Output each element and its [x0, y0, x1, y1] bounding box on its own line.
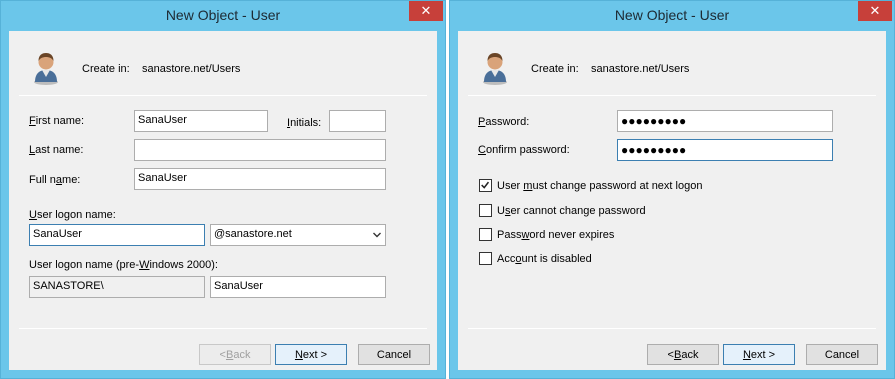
logon-name-label: User logon name: [29, 209, 116, 221]
last-name-field[interactable] [134, 139, 386, 161]
option-label: Password never expires [497, 228, 615, 241]
create-in-label: Create in: [82, 63, 130, 75]
close-icon: ✕ [869, 3, 881, 18]
option-password-never-expires[interactable]: Password never expires [479, 228, 614, 241]
create-in-value: sanastore.net/Users [142, 63, 241, 75]
checkbox[interactable] [479, 228, 492, 241]
dialog-body: Create in: sanastore.net/Users Password:… [458, 31, 886, 370]
first-name-field[interactable]: SanaUser [134, 110, 268, 132]
password-field[interactable]: ●●●●●●●●● [617, 110, 833, 132]
option-label: User must change password at next logon [497, 179, 703, 192]
first-name-label: First name: [29, 115, 85, 127]
user-avatar-icon [34, 53, 58, 85]
close-button[interactable]: ✕ [858, 1, 892, 21]
window-title: New Object - User [165, 7, 281, 23]
confirm-password-label: Confirm password: [478, 144, 570, 156]
option-must-change-password[interactable]: User must change password at next logon [479, 179, 702, 192]
close-button[interactable]: ✕ [409, 1, 443, 21]
new-user-dialog-names: New Object - User ✕ Create in: sanastore… [0, 0, 446, 379]
close-icon: ✕ [420, 3, 432, 18]
separator [19, 95, 427, 96]
last-name-label: Last name: [29, 144, 84, 156]
next-button[interactable]: Next > [275, 344, 347, 365]
user-avatar-icon [483, 53, 507, 85]
pre2000-domain-field: SANASTORE\ [29, 276, 205, 298]
cancel-button[interactable]: Cancel [806, 344, 878, 365]
separator [468, 95, 876, 96]
next-button[interactable]: Next > [723, 344, 795, 365]
title-bar[interactable]: New Object - User ✕ [450, 1, 894, 30]
dialog-body: Create in: sanastore.net/Users First nam… [9, 31, 437, 370]
password-label: Password: [478, 116, 530, 128]
initials-field[interactable] [329, 110, 386, 132]
separator [468, 328, 876, 329]
back-button[interactable]: < Back [199, 344, 271, 365]
pre2000-logon-field[interactable]: SanaUser [210, 276, 386, 298]
option-cannot-change-password[interactable]: User cannot change password [479, 204, 646, 217]
initials-label: Initials: [287, 117, 322, 129]
create-in-label: Create in: [531, 63, 579, 75]
cancel-button[interactable]: Cancel [358, 344, 430, 365]
create-in-value: sanastore.net/Users [591, 63, 690, 75]
option-account-disabled[interactable]: Account is disabled [479, 252, 592, 265]
new-user-dialog-password: New Object - User ✕ Create in: sanastore… [449, 0, 895, 379]
chevron-down-icon [373, 232, 381, 238]
back-button[interactable]: < Back [647, 344, 719, 365]
title-bar[interactable]: New Object - User ✕ [1, 1, 445, 30]
checkbox[interactable] [479, 204, 492, 217]
pre2000-label: User logon name (pre-Windows 2000): [29, 259, 218, 271]
checkbox[interactable] [479, 179, 492, 192]
full-name-label: Full name: [29, 174, 81, 186]
option-label: User cannot change password [497, 204, 646, 217]
separator [19, 328, 427, 329]
domain-select[interactable]: @sanastore.net [210, 224, 386, 246]
confirm-password-field[interactable]: ●●●●●●●●● [617, 139, 833, 161]
domain-value: @sanastore.net [214, 228, 292, 240]
checkmark-icon [481, 181, 490, 189]
option-label: Account is disabled [497, 252, 592, 265]
window-title: New Object - User [614, 7, 730, 23]
logon-name-field[interactable]: SanaUser [29, 224, 205, 246]
full-name-field[interactable]: SanaUser [134, 168, 386, 190]
checkbox[interactable] [479, 252, 492, 265]
